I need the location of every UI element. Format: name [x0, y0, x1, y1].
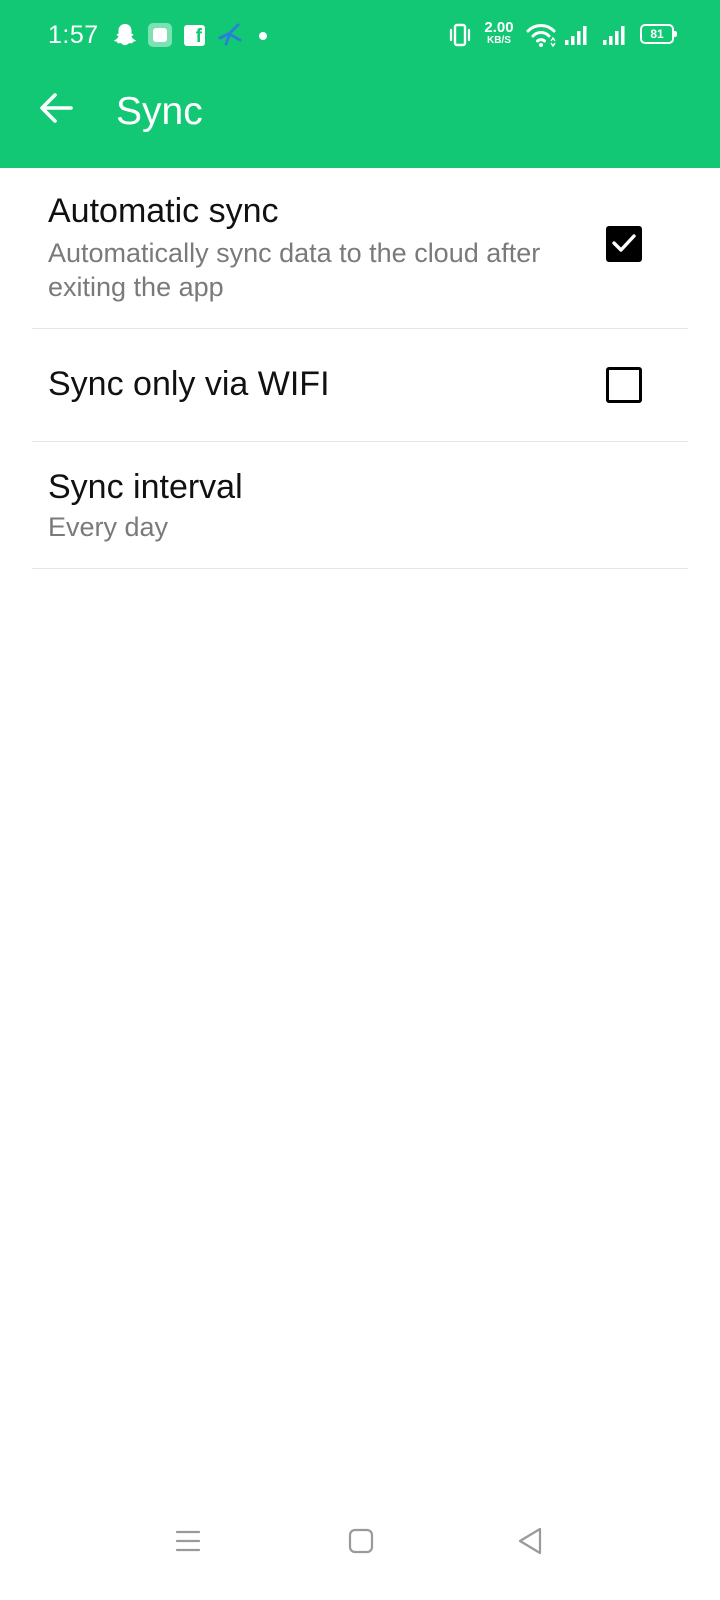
setting-title: Automatic sync [48, 192, 279, 230]
system-back-button[interactable] [506, 1517, 554, 1565]
snapchat-icon [112, 22, 138, 48]
home-icon [348, 1528, 374, 1554]
sync-interval-value: Every day [48, 512, 169, 542]
sync-settings-screen: 1:57 f 2.00 KB/S 81 Sync Automatic sync … [0, 0, 720, 1600]
facebook-icon: f [184, 25, 205, 47]
arrow-left-icon [40, 93, 73, 123]
wifi-only-checkbox[interactable] [606, 367, 642, 403]
back-button[interactable] [28, 80, 84, 136]
status-bar: 1:57 f 2.00 KB/S 81 [0, 0, 720, 72]
menu-icon [175, 1530, 201, 1552]
settings-list: Automatic sync Automatically sync data t… [0, 168, 720, 569]
system-nav-bar [0, 1505, 720, 1600]
battery-icon: 81 [640, 24, 677, 44]
automatic-sync-checkbox[interactable] [606, 226, 642, 262]
checkmark-icon [612, 234, 636, 252]
setting-sync-interval[interactable]: Sync interval Every day [32, 442, 688, 569]
setting-title: Sync interval [48, 468, 243, 506]
app-bar: Sync [0, 72, 720, 168]
setting-sync-wifi-only[interactable]: Sync only via WIFI [32, 329, 688, 442]
header: 1:57 f 2.00 KB/S 81 Sync [0, 0, 720, 168]
app-icon [148, 23, 172, 47]
status-time: 1:57 [48, 21, 99, 49]
network-speed-value: 2.00 [484, 19, 514, 36]
setting-title: Sync only via WIFI [48, 365, 330, 403]
wifi-icon [525, 21, 557, 49]
network-speed-unit: KB/S [487, 35, 511, 46]
page-title: Sync [116, 90, 203, 133]
battery-level: 81 [650, 27, 664, 41]
signal-icon [562, 21, 590, 49]
network-speed: 2.00 KB/S [480, 20, 518, 46]
recent-apps-button[interactable] [164, 1517, 212, 1565]
back-triangle-icon [518, 1527, 542, 1555]
setting-description: Automatically sync data to the cloud aft… [48, 238, 541, 302]
vibrate-icon [448, 22, 472, 48]
signal-icon [600, 21, 628, 49]
home-button[interactable] [337, 1517, 385, 1565]
notification-dot-icon [259, 32, 267, 40]
setting-automatic-sync[interactable]: Automatic sync Automatically sync data t… [32, 168, 688, 329]
carrier-icon [216, 22, 244, 48]
